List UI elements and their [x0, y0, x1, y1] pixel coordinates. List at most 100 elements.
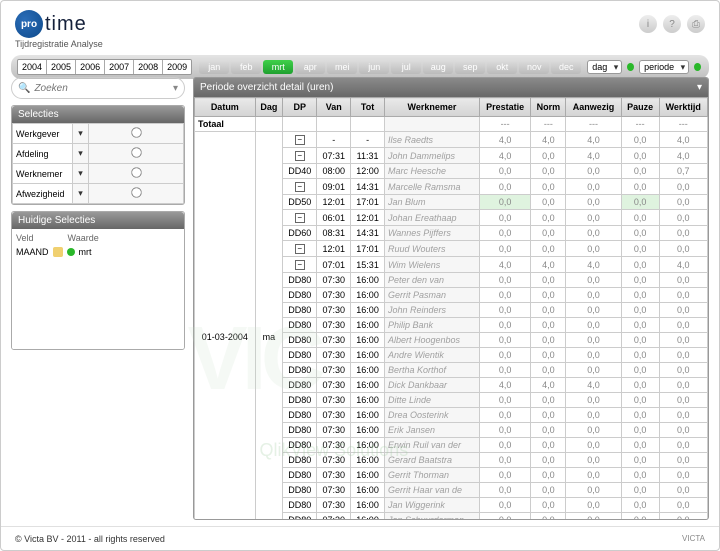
collapse-icon[interactable]: − [295, 135, 305, 145]
col-Datum[interactable]: Datum [195, 98, 256, 117]
col-Van[interactable]: Van [317, 98, 351, 117]
prestatie: 0,0 [479, 453, 530, 468]
col-DP[interactable]: DP [283, 98, 317, 117]
year-2009[interactable]: 2009 [163, 60, 192, 74]
tot-cell: 16:00 [351, 468, 385, 483]
month-dec[interactable]: dec [551, 60, 581, 74]
year-2004[interactable]: 2004 [18, 60, 47, 74]
werktijd: 0,0 [659, 408, 708, 423]
pauze: 0,0 [621, 273, 659, 288]
month-feb[interactable]: feb [231, 60, 261, 74]
month-sep[interactable]: sep [455, 60, 485, 74]
year-2007[interactable]: 2007 [105, 60, 134, 74]
pauze: 0,0 [621, 132, 659, 148]
werktijd: 0,0 [659, 453, 708, 468]
month-jan[interactable]: jan [199, 60, 229, 74]
norm: 0,0 [531, 164, 566, 179]
view-mode-dropdown[interactable]: dag [587, 60, 622, 74]
year-2005[interactable]: 2005 [47, 60, 76, 74]
van-cell: 07:01 [317, 257, 351, 273]
sel-Werknemer[interactable]: Werknemer [13, 164, 73, 184]
employee-name: Albert Hoogenbos [384, 333, 479, 348]
month-jul[interactable]: jul [391, 60, 421, 74]
help-icon[interactable]: ? [663, 15, 681, 33]
van-cell: 07:30 [317, 363, 351, 378]
employee-name: John Reinders [384, 303, 479, 318]
prestatie: 0,0 [479, 363, 530, 378]
search-box[interactable]: 🔍 ▾ [11, 77, 185, 99]
sel-Afdeling[interactable]: Afdeling [13, 144, 73, 164]
tot-cell: 16:00 [351, 333, 385, 348]
employee-name: Erwin Ruil van der [384, 438, 479, 453]
collapse-icon[interactable]: − [295, 182, 305, 192]
employee-name: Jan Wiggerink [384, 498, 479, 513]
radio-Werkgever[interactable] [89, 124, 184, 144]
norm: 0,0 [531, 288, 566, 303]
col-Dag[interactable]: Dag [255, 98, 282, 117]
radio-Afdeling[interactable] [89, 144, 184, 164]
selecties-panel: Selecties Werkgever▾Afdeling▾Werknemer▾A… [11, 105, 185, 205]
radio-Werknemer[interactable] [89, 164, 184, 184]
sel-Werkgever[interactable]: Werkgever [13, 124, 73, 144]
period-dropdown[interactable]: periode [639, 60, 689, 74]
info-icon[interactable]: i [639, 15, 657, 33]
radio-Afwezigheid[interactable] [89, 184, 184, 204]
panel-menu-icon[interactable]: ▾ [697, 82, 702, 93]
year-2008[interactable]: 2008 [134, 60, 163, 74]
dp-cell: DD80 [283, 363, 317, 378]
norm: 0,0 [531, 453, 566, 468]
month-okt[interactable]: okt [487, 60, 517, 74]
month-jun[interactable]: jun [359, 60, 389, 74]
tot-cell: 17:01 [351, 241, 385, 257]
month-mrt[interactable]: mrt [263, 60, 293, 74]
werktijd: 0,0 [659, 438, 708, 453]
van-cell: 07:30 [317, 453, 351, 468]
employee-name: Bertha Korthof [384, 363, 479, 378]
sel-Afwezigheid[interactable]: Afwezigheid [13, 184, 73, 204]
werktijd: 0,0 [659, 288, 708, 303]
dropdown-icon[interactable]: ▾ [73, 144, 89, 164]
collapse-icon[interactable]: − [295, 260, 305, 270]
dp-cell: DD80 [283, 273, 317, 288]
month-mei[interactable]: mei [327, 60, 357, 74]
col-Norm[interactable]: Norm [531, 98, 566, 117]
dropdown-icon[interactable]: ▾ [173, 83, 178, 94]
table-row[interactable]: 01-03-2004ma−--Ilse Raedts4,04,04,00,04,… [195, 132, 708, 148]
tot-cell: 16:00 [351, 273, 385, 288]
dp-cell: DD40 [283, 164, 317, 179]
col-Aanwezig[interactable]: Aanwezig [566, 98, 621, 117]
print-icon[interactable]: ⎙ [687, 15, 705, 33]
dropdown-icon[interactable]: ▾ [73, 164, 89, 184]
dropdown-icon[interactable]: ▾ [73, 184, 89, 204]
werktijd: 0,0 [659, 226, 708, 241]
aanwezig: 0,0 [566, 164, 621, 179]
col-Werknemer[interactable]: Werknemer [384, 98, 479, 117]
werktijd: 0,0 [659, 333, 708, 348]
tot-cell: 12:00 [351, 164, 385, 179]
col-Pauze[interactable]: Pauze [621, 98, 659, 117]
norm: 0,0 [531, 408, 566, 423]
col-Werktijd[interactable]: Werktijd [659, 98, 708, 117]
employee-name: Erik Jansen [384, 423, 479, 438]
collapse-icon[interactable]: − [295, 151, 305, 161]
aanwezig: 0,0 [566, 179, 621, 195]
tot-cell: 17:01 [351, 195, 385, 210]
year-2006[interactable]: 2006 [76, 60, 105, 74]
huidige-title: Huidige Selecties [12, 212, 184, 229]
month-apr[interactable]: apr [295, 60, 325, 74]
pauze: 0,0 [621, 363, 659, 378]
month-aug[interactable]: aug [423, 60, 453, 74]
pauze: 0,0 [621, 468, 659, 483]
dropdown-icon[interactable]: ▾ [73, 124, 89, 144]
search-input[interactable] [34, 83, 173, 94]
month-nov[interactable]: nov [519, 60, 549, 74]
pauze: 0,0 [621, 423, 659, 438]
van-cell: 07:30 [317, 348, 351, 363]
prestatie: 0,0 [479, 408, 530, 423]
norm: 0,0 [531, 195, 566, 210]
dp-cell: DD80 [283, 423, 317, 438]
collapse-icon[interactable]: − [295, 213, 305, 223]
collapse-icon[interactable]: − [295, 244, 305, 254]
col-Tot[interactable]: Tot [351, 98, 385, 117]
col-Prestatie[interactable]: Prestatie [479, 98, 530, 117]
